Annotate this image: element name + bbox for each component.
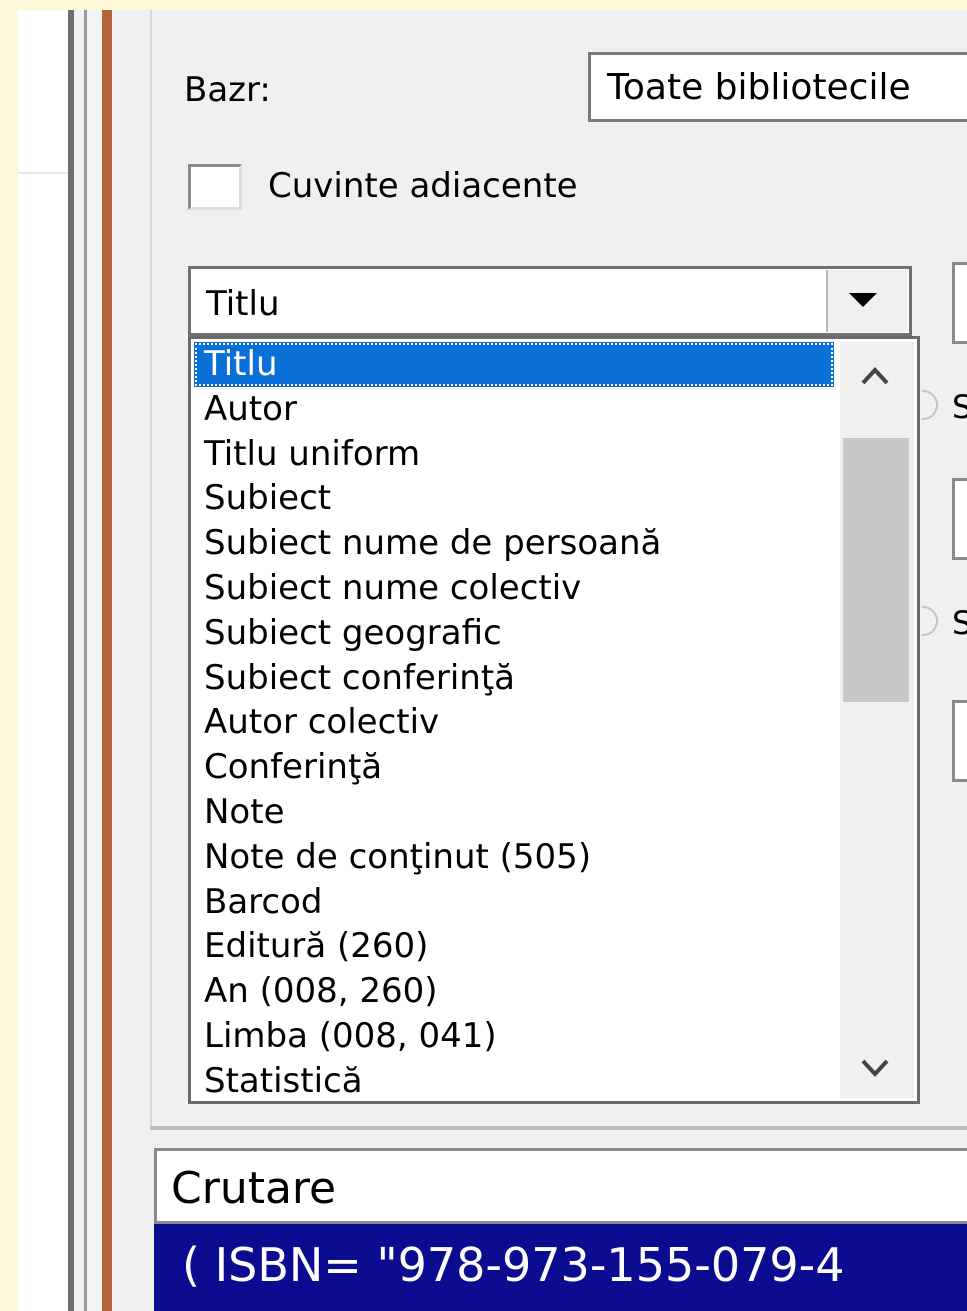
search-header: Crutare [154, 1148, 967, 1224]
window-border [102, 10, 112, 1311]
search-term-input-2[interactable] [952, 478, 967, 560]
search-term-input-1[interactable] [952, 262, 967, 344]
list-item[interactable]: Subiect [194, 476, 834, 521]
list-item[interactable]: Conferinţă [194, 745, 834, 790]
section-divider [150, 1126, 967, 1130]
field-options: Titlu Autor Titlu uniform Subiect Subiec… [194, 342, 834, 1104]
field-combo-value[interactable]: Titlu [206, 284, 280, 324]
adjacent-words-label[interactable]: Cuvinte adiacente [268, 166, 578, 206]
splitter[interactable] [74, 10, 102, 1311]
adjacent-words-checkbox[interactable] [188, 164, 242, 210]
scrollbar-thumb[interactable] [843, 438, 909, 702]
list-item[interactable]: Subiect nume de persoană [194, 521, 834, 566]
radio-label-1[interactable]: S [952, 388, 967, 426]
list-item[interactable]: Statistică [194, 1059, 834, 1104]
base-label: Bazr: [184, 70, 271, 110]
chevron-down-icon [849, 293, 877, 307]
search-query-row[interactable]: ( ISBN= "978-973-155-079-4 [154, 1224, 967, 1311]
list-item[interactable]: Limba (008, 041) [194, 1014, 834, 1059]
panel-divider [150, 10, 152, 1130]
radio-label-2[interactable]: S [952, 604, 967, 642]
search-term-input-3[interactable] [952, 700, 967, 782]
splitter-line [84, 10, 87, 1311]
left-pane-divider [18, 172, 68, 174]
list-item[interactable]: Note [194, 790, 834, 835]
field-combo[interactable] [188, 266, 912, 336]
list-item[interactable]: Subiect geografic [194, 611, 834, 656]
list-item[interactable]: Subiect nume colectiv [194, 566, 834, 611]
list-item[interactable]: Barcod [194, 880, 834, 925]
list-item[interactable]: Note de conţinut (505) [194, 835, 834, 880]
chevron-down-icon[interactable] [860, 1056, 890, 1080]
base-select[interactable]: Toate bibliotecile [588, 52, 967, 122]
list-item[interactable]: Titlu uniform [194, 432, 834, 477]
list-item[interactable]: Editură (260) [194, 924, 834, 969]
chevron-up-icon[interactable] [860, 364, 890, 388]
list-item[interactable]: An (008, 260) [194, 969, 834, 1014]
list-item[interactable]: Autor [194, 387, 834, 432]
list-item[interactable]: Subiect conferinţă [194, 656, 834, 701]
list-item[interactable]: Autor colectiv [194, 700, 834, 745]
list-item[interactable]: Titlu [194, 342, 834, 387]
